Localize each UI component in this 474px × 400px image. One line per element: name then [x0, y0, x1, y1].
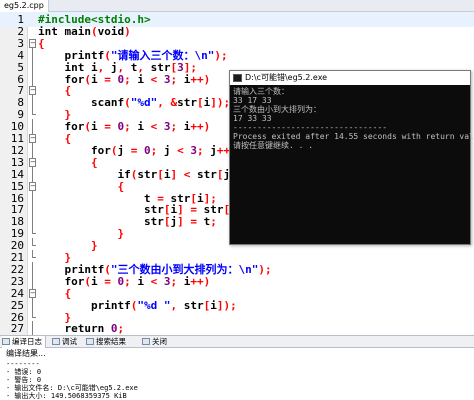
compile-log-icon	[2, 338, 10, 345]
console-output: 请输入三个数： 33 17 33 三个数由小到大排列为： 17 33 33 --…	[230, 85, 474, 244]
log-line: - 输出文件名: D:\c可能错\eg5.2.exe	[6, 384, 138, 392]
console-line: 请按任意键继续. . .	[233, 141, 314, 150]
log-line: - 警告: 0	[6, 376, 42, 384]
log-line: - 输出大小: 149.5068359375 KiB	[6, 392, 127, 400]
fold-toggle-icon[interactable]: −	[29, 181, 36, 191]
debug-icon	[52, 338, 60, 345]
close-icon	[142, 338, 150, 345]
tab-compile-log[interactable]: 编译日志	[2, 336, 46, 348]
fold-guide	[32, 107, 36, 116]
console-window[interactable]: D:\c可能错\eg5.2.exe 请输入三个数： 33 17 33 三个数由小…	[229, 70, 474, 245]
search-results-icon	[86, 338, 94, 345]
compile-log-output[interactable]: -------- - 错误: 0 - 警告: 0 - 输出文件名: D:\c可能…	[6, 360, 468, 400]
fold-guide	[32, 226, 36, 235]
compile-result-heading: 编译结果...	[6, 349, 46, 358]
tab-search-results[interactable]: 搜索结果	[86, 336, 126, 348]
compile-log-panel: 编译结果... -------- - 错误: 0 - 警告: 0 - 输出文件名…	[0, 348, 474, 400]
log-line: --------	[6, 360, 40, 368]
bottom-panel-tabs: 编译日志 调试 搜索结果 关闭	[0, 335, 474, 348]
console-app-icon	[233, 74, 242, 82]
fold-guide	[32, 250, 36, 258]
console-line: --------------------------------	[233, 123, 388, 132]
fold-toggle-icon[interactable]: −	[29, 134, 36, 143]
console-title-bar[interactable]: D:\c可能错\eg5.2.exe	[230, 71, 470, 85]
tab-close[interactable]: 关闭	[142, 336, 167, 348]
fold-toggle-icon[interactable]: −	[29, 86, 36, 96]
log-line: - 错误: 0	[6, 368, 42, 376]
file-tab-strip: eg5.2.cpp	[0, 0, 474, 12]
fold-guide	[32, 309, 36, 318]
console-line: Process exited after 14.55 seconds with …	[233, 132, 474, 141]
fold-toggle-icon[interactable]: −	[29, 157, 36, 167]
file-tab[interactable]: eg5.2.cpp	[0, 0, 49, 12]
console-line: 三个数由小到大排列为：	[233, 105, 321, 114]
tab-debug[interactable]: 调试	[52, 336, 77, 348]
console-line: 33 17 33	[233, 96, 272, 105]
console-line: 17 33 33	[233, 114, 272, 123]
fold-toggle-icon[interactable]: −	[29, 288, 36, 298]
fold-toggle-icon[interactable]: −	[29, 38, 36, 48]
fold-guide	[32, 238, 36, 247]
console-title: D:\c可能错\eg5.2.exe	[245, 73, 328, 82]
console-line: 请输入三个数：	[233, 87, 289, 96]
